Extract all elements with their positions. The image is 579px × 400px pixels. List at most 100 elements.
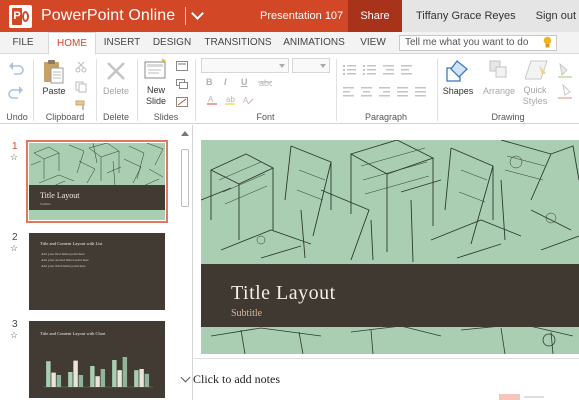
clear-formatting-icon[interactable]: A bbox=[242, 95, 254, 105]
scroll-segment[interactable] bbox=[499, 394, 520, 400]
app-header: P PowerPoint Online Presentation 107 bbox=[0, 0, 348, 32]
chart-bar bbox=[134, 370, 139, 387]
copy-icon[interactable] bbox=[75, 81, 87, 93]
paragraph-tools-icon[interactable] bbox=[343, 63, 431, 107]
powerpoint-logo-icon[interactable]: P bbox=[9, 4, 32, 28]
delete-icon[interactable] bbox=[106, 61, 126, 81]
chart-bar bbox=[46, 361, 51, 387]
chart-bar bbox=[122, 357, 128, 387]
group-label-slides: Slides bbox=[153, 112, 179, 122]
new-slide-icon[interactable] bbox=[144, 59, 168, 81]
thumbnail-subtitle: Subtitle bbox=[40, 202, 51, 206]
arrange-icon[interactable] bbox=[488, 59, 510, 83]
scroll-segment[interactable] bbox=[524, 396, 544, 398]
slide-thumbnail-3[interactable]: Title and Content Layout with Chart bbox=[29, 321, 165, 398]
chart-bar bbox=[112, 360, 117, 387]
tab-file[interactable]: FILE bbox=[0, 32, 46, 54]
tell-me-search-input[interactable]: Tell me what you want to do bbox=[399, 35, 557, 51]
thumbnail-bullet: Add your third bullet point here bbox=[41, 264, 86, 268]
app-name[interactable]: PowerPoint Online bbox=[41, 7, 175, 25]
group-label-clipboard: Clipboard bbox=[45, 112, 85, 122]
layout-icon[interactable] bbox=[176, 61, 188, 71]
chart-bar bbox=[139, 369, 144, 387]
slide-number: 3 bbox=[12, 319, 18, 330]
paste-icon[interactable] bbox=[43, 59, 65, 85]
bold-button[interactable]: B bbox=[206, 77, 213, 87]
quick-styles-label-line2: Styles bbox=[522, 96, 548, 106]
divider bbox=[195, 59, 196, 121]
font-size-dropdown[interactable] bbox=[292, 58, 330, 73]
user-area: Tiffany Grace Reyes Sign out bbox=[402, 0, 579, 32]
slide-subtitle[interactable]: Subtitle bbox=[231, 308, 262, 319]
quick-styles-label-line1: Quick bbox=[523, 85, 547, 95]
delete-button[interactable]: Delete bbox=[99, 86, 133, 97]
chart-bar bbox=[73, 360, 78, 387]
chart-bar bbox=[51, 372, 56, 387]
scroll-up-icon[interactable] bbox=[181, 131, 189, 136]
slide-canvas[interactable]: Title Layout Subtitle bbox=[201, 140, 579, 354]
vertical-scrollbar[interactable] bbox=[178, 125, 192, 400]
italic-button[interactable]: I bbox=[224, 77, 227, 87]
slide-number: 1 bbox=[12, 141, 18, 152]
star-icon: ☆ bbox=[10, 152, 19, 162]
user-name[interactable]: Tiffany Grace Reyes bbox=[416, 10, 516, 22]
chart-bar bbox=[117, 370, 122, 387]
group-label-font: Font bbox=[256, 112, 275, 122]
new-slide-button[interactable]: New Slide bbox=[141, 85, 171, 107]
slide-thumbnail-1[interactable]: Title Layout Subtitle bbox=[26, 140, 168, 223]
undo-icon[interactable] bbox=[8, 61, 24, 75]
redo-icon[interactable] bbox=[8, 85, 24, 99]
group-label-paragraph: Paragraph bbox=[364, 112, 408, 122]
tab-design[interactable]: DESIGN bbox=[148, 32, 196, 54]
paste-button[interactable]: Paste bbox=[40, 86, 68, 97]
hide-slide-icon[interactable] bbox=[176, 97, 188, 107]
arrange-button[interactable]: Arrange bbox=[481, 86, 517, 97]
horizontal-scrollbar[interactable] bbox=[194, 394, 579, 400]
star-icon: ☆ bbox=[10, 243, 19, 253]
shapes-icon[interactable] bbox=[446, 59, 470, 85]
chart-bar bbox=[100, 369, 106, 387]
notes-placeholder[interactable]: Click to add notes bbox=[193, 372, 280, 387]
svg-text:ab: ab bbox=[226, 95, 235, 104]
slide-title[interactable]: Title Layout bbox=[231, 282, 336, 305]
tab-animations[interactable]: ANIMATIONS bbox=[279, 32, 349, 54]
quick-styles-icon[interactable] bbox=[525, 59, 549, 83]
tab-transitions[interactable]: TRANSITIONS bbox=[200, 32, 276, 54]
thumbnail-bullet: Add your first bullet point here bbox=[41, 252, 85, 256]
shapes-button[interactable]: Shapes bbox=[440, 86, 476, 97]
document-name[interactable]: Presentation 107 bbox=[260, 0, 343, 32]
highlight-icon[interactable]: ab bbox=[224, 95, 236, 105]
shape-fill-outline-icon[interactable] bbox=[557, 61, 575, 111]
group-label-delete: Delete bbox=[102, 112, 129, 122]
underline-button[interactable]: U bbox=[241, 77, 248, 87]
quick-styles-button[interactable]: Quick Styles bbox=[518, 85, 552, 107]
cut-icon[interactable] bbox=[75, 61, 87, 73]
tab-home[interactable]: HOME bbox=[48, 32, 96, 55]
strikethrough-icon[interactable]: abc bbox=[258, 77, 272, 87]
sign-out-link[interactable]: Sign out bbox=[536, 10, 576, 22]
divider bbox=[437, 59, 438, 121]
new-slide-label-line1: New bbox=[146, 85, 165, 95]
thumbnail-title: Title Layout bbox=[40, 191, 80, 200]
title-bar: P PowerPoint Online Presentation 107 Sha… bbox=[0, 0, 579, 32]
new-slide-label-line2: Slide bbox=[145, 96, 166, 106]
share-button[interactable]: Share bbox=[348, 0, 402, 32]
tab-view[interactable]: VIEW bbox=[352, 32, 394, 54]
duplicate-slide-icon[interactable] bbox=[176, 79, 188, 89]
svg-text:A: A bbox=[208, 95, 214, 104]
lightbulb-icon[interactable] bbox=[543, 36, 552, 49]
slide-number: 2 bbox=[12, 232, 18, 243]
font-color-icon[interactable]: A bbox=[206, 95, 218, 105]
slide-thumbnail-2[interactable]: Title and Content Layout with List Add y… bbox=[29, 233, 165, 310]
tab-insert[interactable]: INSERT bbox=[99, 32, 145, 54]
chart-bar bbox=[78, 375, 84, 387]
chart-bar bbox=[144, 373, 150, 387]
group-label-drawing: Drawing bbox=[491, 112, 525, 122]
chevron-down-icon[interactable] bbox=[191, 7, 205, 20]
chart-bar bbox=[95, 376, 100, 387]
scroll-thumb[interactable] bbox=[181, 149, 189, 207]
font-family-dropdown[interactable] bbox=[201, 58, 289, 73]
ribbon: Undo Paste Clipboard Delete Delete New S… bbox=[0, 55, 579, 124]
format-painter-icon[interactable] bbox=[75, 100, 87, 110]
chart-bar bbox=[90, 366, 95, 387]
